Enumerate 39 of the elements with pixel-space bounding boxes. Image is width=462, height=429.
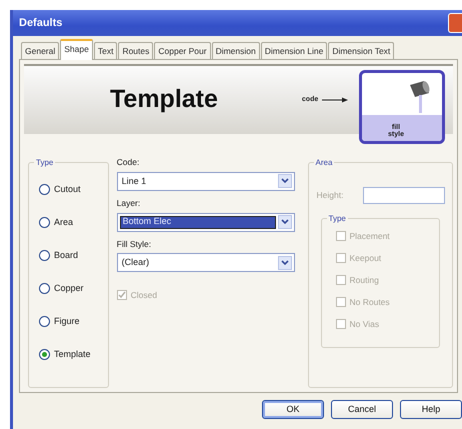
radio-option[interactable]: Board bbox=[29, 239, 108, 272]
arrow-icon bbox=[322, 97, 348, 103]
tab[interactable]: Dimension Text bbox=[328, 42, 394, 59]
dialog-button[interactable]: Help bbox=[400, 400, 462, 419]
tab[interactable]: Dimension bbox=[212, 42, 260, 59]
radio-option[interactable]: Area bbox=[29, 206, 108, 239]
height-label: Height: bbox=[316, 189, 344, 202]
caret-icon bbox=[280, 178, 289, 184]
radio-option[interactable]: Copper bbox=[29, 272, 108, 305]
dialog-button[interactable]: Cancel bbox=[331, 400, 393, 419]
caret-icon bbox=[280, 219, 289, 225]
checkbox-option: No Routes bbox=[336, 291, 439, 313]
dropdown[interactable]: Line 1 bbox=[116, 172, 295, 191]
check-icon bbox=[118, 291, 126, 300]
dropdown[interactable]: (Clear) bbox=[116, 253, 295, 272]
tab[interactable]: Routes bbox=[118, 42, 154, 59]
tab[interactable]: Text bbox=[94, 42, 118, 59]
group-legend: Type bbox=[34, 157, 56, 169]
group-legend: Type bbox=[326, 213, 348, 225]
tab[interactable]: Dimension Line bbox=[260, 42, 328, 59]
dialog-button[interactable]: OK bbox=[262, 400, 324, 419]
radio-option[interactable]: Cutout bbox=[29, 173, 108, 206]
checkbox-option: Keepout bbox=[336, 247, 439, 269]
checkbox-option: Routing bbox=[336, 269, 439, 291]
radio-option[interactable]: Template bbox=[29, 338, 108, 371]
field-label: Fill Style: bbox=[116, 238, 152, 250]
checkbox-option: No Vias bbox=[336, 313, 439, 335]
close-button[interactable] bbox=[448, 13, 462, 33]
tab[interactable]: Copper Pour bbox=[154, 42, 211, 59]
tab[interactable]: General bbox=[21, 42, 60, 59]
checkbox-option: Placement bbox=[336, 225, 439, 247]
field-label: Layer: bbox=[116, 196, 142, 210]
window-title: Defaults bbox=[19, 16, 62, 31]
dropdown[interactable]: Bottom Elec bbox=[116, 212, 295, 232]
tab[interactable]: Shape bbox=[60, 39, 93, 60]
radio-option[interactable]: Figure bbox=[29, 305, 108, 338]
caret-icon bbox=[280, 260, 289, 266]
field-label: Code: bbox=[116, 156, 140, 169]
banner-title: Template bbox=[110, 84, 218, 116]
